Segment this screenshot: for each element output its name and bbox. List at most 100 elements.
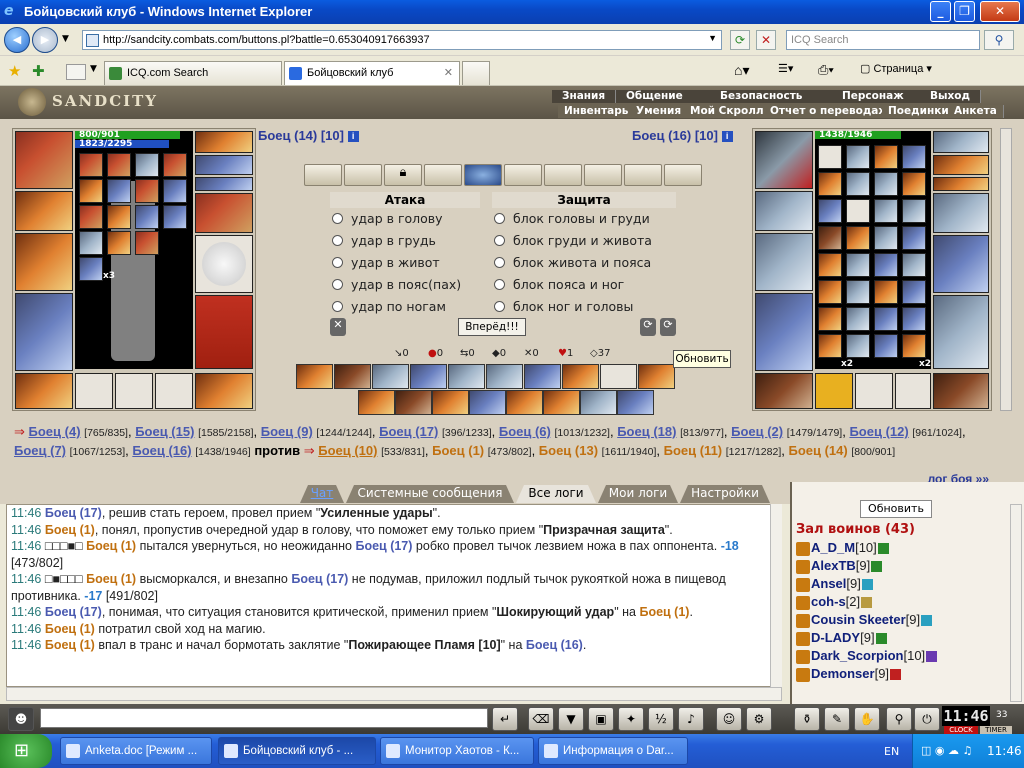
item-slot[interactable] xyxy=(846,145,870,169)
close-button[interactable]: ✕ xyxy=(980,1,1020,22)
info-icon[interactable] xyxy=(875,633,887,645)
player-entry[interactable]: coh-s[2] xyxy=(796,594,873,610)
fighter-name[interactable]: Боец (1) xyxy=(639,605,689,619)
log-tab[interactable]: Настройки xyxy=(680,485,770,503)
team1-fighter[interactable]: Боец (15) xyxy=(135,424,194,439)
scroll-slot[interactable] xyxy=(544,164,582,186)
gloves-slot[interactable] xyxy=(933,193,989,233)
item-slot[interactable] xyxy=(902,280,926,304)
item-slot[interactable] xyxy=(818,307,842,331)
item-slot[interactable] xyxy=(846,172,870,196)
page-menu[interactable]: ▢ Страница ▾ xyxy=(860,62,932,75)
item-slot[interactable] xyxy=(107,179,131,203)
item-slot[interactable] xyxy=(818,334,842,358)
team1-fighter[interactable]: Боец (7) xyxy=(14,443,66,458)
scroll-slot[interactable] xyxy=(624,164,662,186)
magic-slot[interactable] xyxy=(638,364,675,389)
item-slot[interactable] xyxy=(107,231,131,255)
radio-button[interactable] xyxy=(494,257,505,268)
radio-button[interactable] xyxy=(332,235,343,246)
fighter-name[interactable]: Боец (1) xyxy=(86,539,136,553)
empty-slot[interactable] xyxy=(155,373,193,409)
tab-icq-search[interactable]: ICQ.com Search xyxy=(104,61,282,85)
player-entry[interactable]: Dark_Scorpion[10] xyxy=(796,648,938,664)
ring-slot[interactable] xyxy=(75,373,113,409)
scroll-slot[interactable] xyxy=(344,164,382,186)
tray-icons[interactable]: ◫ ◉ ☁ ♫ xyxy=(921,744,972,757)
team2-fighter[interactable]: Боец (13) xyxy=(539,443,598,458)
tab-fight-club[interactable]: Бойцовский клуб ✕ xyxy=(284,61,460,85)
address-bar[interactable]: http://sandcity.combats.com/buttons.pl?b… xyxy=(82,30,722,50)
fighter-icon[interactable]: ✦ xyxy=(618,707,644,731)
leggings-slot[interactable] xyxy=(933,295,989,369)
item-slot[interactable] xyxy=(79,153,103,177)
bracers-slot[interactable] xyxy=(755,191,813,231)
belt-slot[interactable] xyxy=(755,373,813,409)
info-icon[interactable] xyxy=(890,669,902,681)
clear-icon[interactable]: ⌫ xyxy=(528,707,554,731)
minimize-button[interactable]: _ xyxy=(930,1,951,22)
maximize-button[interactable]: ❐ xyxy=(954,1,975,22)
smiles-icon[interactable]: ☻ xyxy=(8,707,34,731)
magic-slot[interactable] xyxy=(524,364,561,389)
save-icon[interactable]: ▣ xyxy=(588,707,614,731)
left-fighter-name[interactable]: Боец (14) [10] i xyxy=(258,128,359,143)
item-slot[interactable] xyxy=(874,307,898,331)
item-slot[interactable] xyxy=(818,253,842,277)
player-name[interactable]: Dark_Scorpion xyxy=(811,648,903,663)
magic-slot[interactable] xyxy=(432,390,469,415)
task-fight-club[interactable]: Бойцовский клуб - ... xyxy=(218,737,376,765)
weapon-slot[interactable] xyxy=(755,233,813,291)
cancel-icon[interactable]: ✕ xyxy=(330,318,346,336)
player-name[interactable]: A_D_M xyxy=(811,540,855,555)
address-dropdown-icon[interactable]: ▼ xyxy=(708,33,717,43)
gloves-slot[interactable] xyxy=(195,193,253,233)
favorites-star-icon[interactable]: ★ xyxy=(8,62,21,80)
boots-slot[interactable] xyxy=(933,373,989,409)
player-name[interactable]: coh-s xyxy=(811,594,846,609)
menu-skills[interactable]: Умения xyxy=(630,105,689,118)
fighter-name[interactable]: Боец (1) xyxy=(45,523,95,537)
attack-option[interactable]: удар по ногам xyxy=(332,299,446,314)
log-tab[interactable]: Чат xyxy=(300,485,344,503)
rings-slot[interactable] xyxy=(195,177,253,191)
language-indicator[interactable]: EN xyxy=(884,745,899,758)
shield-slot[interactable] xyxy=(933,235,989,293)
fighter-name[interactable]: Боец (1) xyxy=(86,572,136,586)
team1-fighter[interactable]: Боец (18) xyxy=(617,424,676,439)
info-icon[interactable] xyxy=(921,615,933,627)
scroll-slot[interactable] xyxy=(424,164,462,186)
item-slot[interactable] xyxy=(846,307,870,331)
lock-scroll[interactable]: 🔒︎ xyxy=(384,164,422,186)
team1-fighter[interactable]: Боец (6) xyxy=(499,424,551,439)
team1-fighter[interactable]: Боец (9) xyxy=(261,424,313,439)
defense-option[interactable]: блок головы и груди xyxy=(494,211,650,226)
attack-option[interactable]: удар в живот xyxy=(332,255,440,270)
info-icon[interactable] xyxy=(871,561,883,573)
team2-fighter[interactable]: Боец (10) xyxy=(318,443,377,458)
info-icon[interactable] xyxy=(861,597,873,609)
player-name[interactable]: D-LADY xyxy=(811,630,860,645)
info-icon[interactable]: i xyxy=(347,131,359,143)
item-slot[interactable] xyxy=(874,280,898,304)
earrings-slot[interactable] xyxy=(195,131,253,153)
menu-my-scroll[interactable]: Мой Скролл xyxy=(684,105,771,118)
sound-icon[interactable]: ♪ xyxy=(678,707,704,731)
item-slot[interactable] xyxy=(107,205,131,229)
fighter-name[interactable]: Боец (1) xyxy=(45,638,95,652)
item-slot[interactable] xyxy=(818,280,842,304)
bag-icon[interactable]: ⚲ xyxy=(886,707,912,731)
info-icon[interactable]: i xyxy=(721,131,733,143)
item-slot[interactable] xyxy=(163,179,187,203)
team1-fighter[interactable]: Боец (16) xyxy=(132,443,191,458)
radio-button[interactable] xyxy=(332,257,343,268)
player-entry[interactable]: Demonser[9] xyxy=(796,666,902,682)
player-entry[interactable]: Cousin Skeeter[9] xyxy=(796,612,933,628)
scroll-slot[interactable] xyxy=(504,164,542,186)
print-icon[interactable]: ⎙▾ xyxy=(818,62,834,78)
defense-option[interactable]: блок пояса и ног xyxy=(494,277,624,292)
fighter-name[interactable]: Боец (17) xyxy=(45,605,102,619)
log-tab[interactable]: Системные сообщения xyxy=(346,485,514,503)
chat-input[interactable] xyxy=(40,708,488,728)
player-entry[interactable]: D-LADY[9] xyxy=(796,630,887,646)
